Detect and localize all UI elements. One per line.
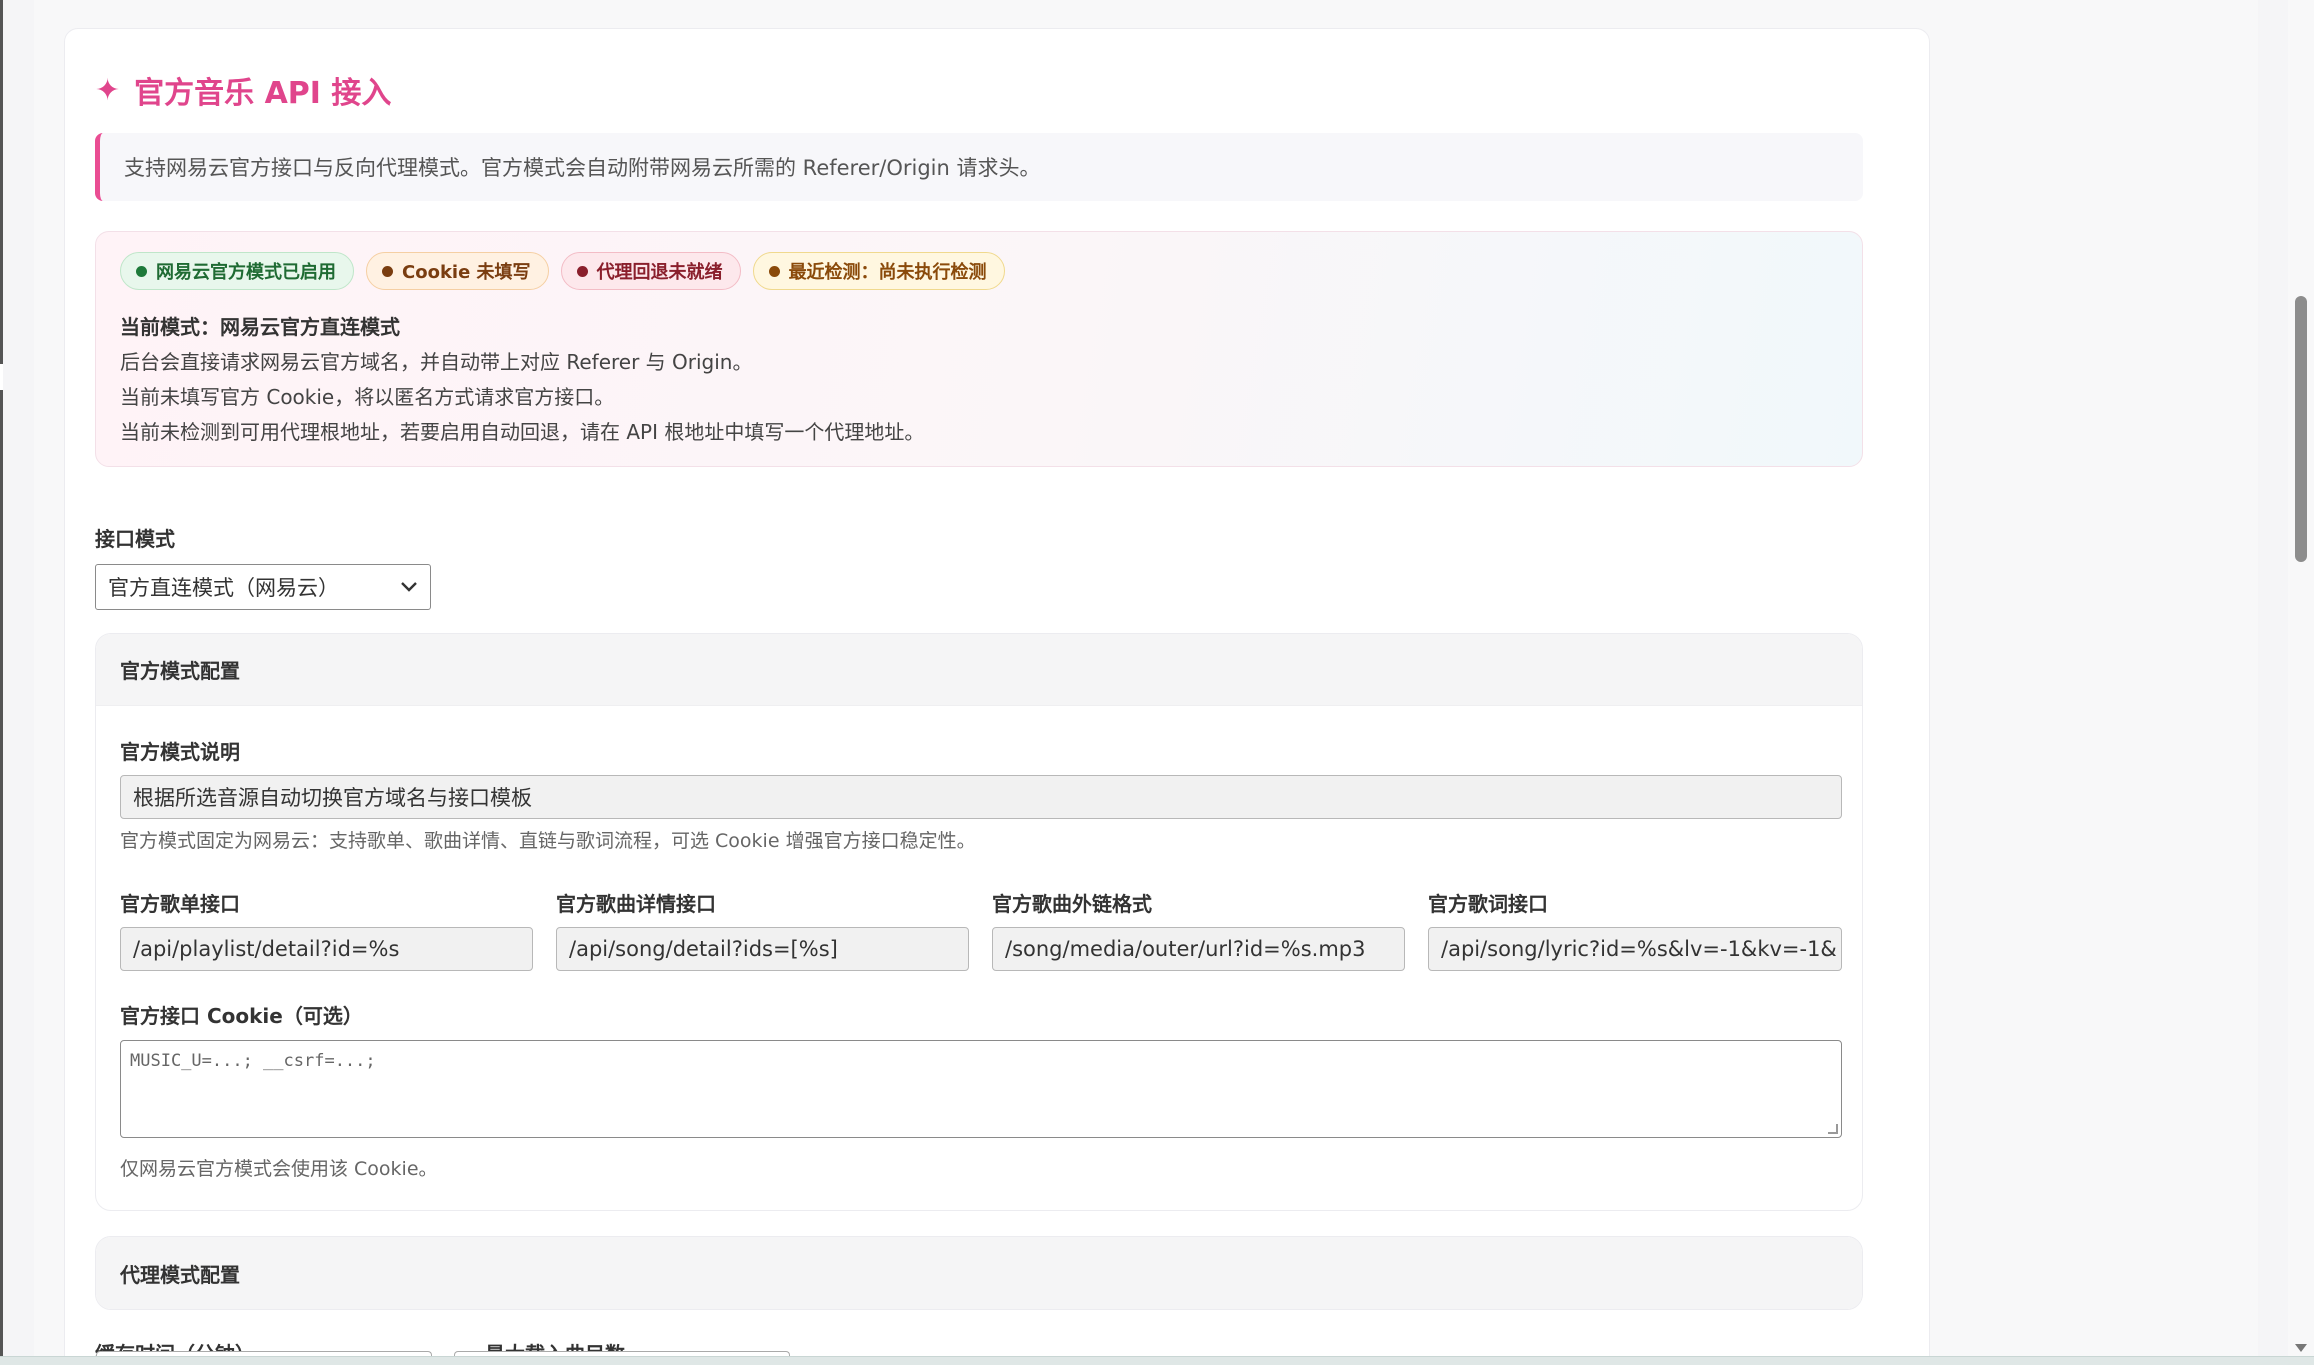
status-dot-icon bbox=[576, 265, 588, 277]
status-lines: 当前模式：网易云官方直连模式 后台会直接请求网易云官方域名，并自动带上对应 Re… bbox=[120, 310, 924, 450]
song-detail-api-field[interactable]: /api/song/detail?ids=[%s] bbox=[556, 927, 969, 971]
card-title-text: 官方音乐 API 接入 bbox=[134, 76, 392, 111]
section-header: 代理模式配置 bbox=[96, 1237, 1862, 1309]
playlist-api-label: 官方歌单接口 bbox=[120, 892, 240, 916]
status-dot-icon bbox=[768, 265, 780, 277]
status-panel: 网易云官方模式已启用 Cookie 未填写 代理回退未就绪 最近检测：尚未执行检… bbox=[95, 231, 1863, 467]
status-badge-last-check: 最近检测：尚未执行检测 bbox=[752, 252, 1005, 290]
playlist-api-field[interactable]: /api/playlist/detail?id=%s bbox=[120, 927, 533, 971]
lyric-api-label: 官方歌词接口 bbox=[1428, 892, 1548, 916]
chevron-down-icon bbox=[400, 578, 418, 597]
cookie-label: 官方接口 Cookie（可选） bbox=[120, 1004, 363, 1028]
song-outer-url-label: 官方歌曲外链格式 bbox=[992, 892, 1152, 916]
badge-label: 代理回退未就绪 bbox=[596, 262, 723, 283]
official-music-api-card: ✦ 官方音乐 API 接入 支持网易云官方接口与反向代理模式。官方模式会自动附带… bbox=[64, 28, 1930, 1365]
status-line: 当前未检测到可用代理根地址，若要启用自动回退，请在 API 根地址中填写一个代理… bbox=[120, 420, 925, 444]
sparkle-icon: ✦ bbox=[95, 72, 121, 108]
cookie-textarea[interactable]: MUSIC_U=...; __csrf=...; bbox=[120, 1040, 1842, 1138]
official-desc-help: 官方模式固定为网易云：支持歌单、歌曲详情、直链与歌词流程，可选 Cookie 增… bbox=[120, 830, 976, 852]
settings-page: ✦ 官方音乐 API 接入 支持网易云官方接口与反向代理模式。官方模式会自动附带… bbox=[34, 0, 2258, 1365]
status-badge-proxy-fallback: 代理回退未就绪 bbox=[560, 252, 741, 290]
badge-label: 最近检测：尚未执行检测 bbox=[788, 262, 987, 283]
interface-mode-selected: 官方直连模式（网易云） bbox=[108, 576, 339, 600]
badge-label: 网易云官方模式已启用 bbox=[156, 262, 336, 283]
interface-mode-label: 接口模式 bbox=[95, 527, 175, 551]
status-line: 当前未填写官方 Cookie，将以匿名方式请求官方接口。 bbox=[120, 385, 615, 409]
edge-notch bbox=[0, 364, 3, 390]
badge-label: Cookie 未填写 bbox=[402, 262, 531, 283]
scroll-down-arrow-icon[interactable] bbox=[2295, 1344, 2307, 1352]
song-outer-url-field[interactable]: /song/media/outer/url?id=%s.mp3 bbox=[992, 927, 1405, 971]
current-mode-line: 当前模式：网易云官方直连模式 bbox=[120, 315, 400, 339]
window-left-edge bbox=[0, 0, 3, 1365]
proxy-config-section: 代理模式配置 bbox=[95, 1236, 1863, 1310]
vertical-scrollbar[interactable] bbox=[2288, 0, 2314, 1356]
section-header: 官方模式配置 bbox=[96, 634, 1862, 706]
status-dot-icon bbox=[136, 265, 147, 277]
lyric-api-field[interactable]: /api/song/lyric?id=%s&lv=-1&kv=-1& bbox=[1428, 927, 1842, 971]
cookie-help: 仅网易云官方模式会使用该 Cookie。 bbox=[120, 1158, 438, 1180]
cookie-placeholder: MUSIC_U=...; __csrf=...; bbox=[130, 1051, 376, 1071]
official-config-section: 官方模式配置 官方模式说明 根据所选音源自动切换官方域名与接口模板 官方模式固定… bbox=[95, 633, 1863, 1211]
status-badge-cookie: Cookie 未填写 bbox=[366, 252, 549, 290]
status-line: 后台会直接请求网易云官方域名，并自动带上对应 Referer 与 Origin。 bbox=[120, 350, 753, 374]
interface-mode-select[interactable]: 官方直连模式（网易云） bbox=[95, 564, 431, 610]
scrollbar-thumb[interactable] bbox=[2295, 296, 2307, 562]
official-desc-field[interactable]: 根据所选音源自动切换官方域名与接口模板 bbox=[120, 775, 1842, 819]
status-badges: 网易云官方模式已启用 Cookie 未填写 代理回退未就绪 最近检测：尚未执行检… bbox=[120, 252, 1005, 290]
bottom-bar bbox=[0, 1356, 2314, 1365]
resize-grip-icon[interactable] bbox=[1828, 1124, 1838, 1134]
song-detail-api-label: 官方歌曲详情接口 bbox=[556, 892, 716, 916]
status-dot-icon bbox=[382, 265, 393, 277]
official-desc-label: 官方模式说明 bbox=[120, 740, 240, 764]
status-badge-official-enabled: 网易云官方模式已启用 bbox=[120, 252, 354, 290]
info-note: 支持网易云官方接口与反向代理模式。官方模式会自动附带网易云所需的 Referer… bbox=[95, 133, 1863, 201]
card-title: ✦ 官方音乐 API 接入 bbox=[95, 65, 391, 115]
